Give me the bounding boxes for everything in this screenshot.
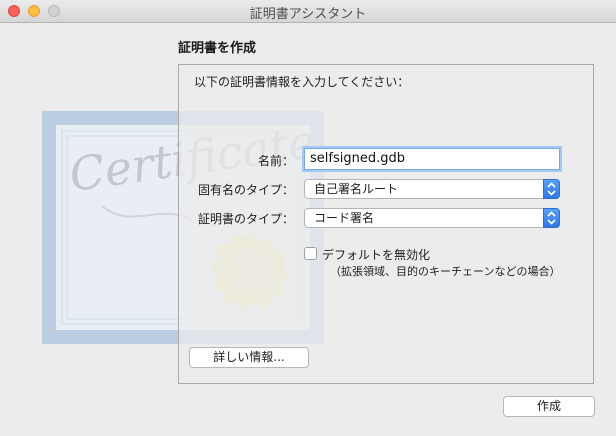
identity-type-value: 自己署名ルート — [314, 182, 399, 196]
intro-text: 以下の証明書情報を入力してください： — [194, 75, 410, 89]
cert-type-label: 証明書のタイプ： — [197, 212, 294, 226]
title-bar: 証明書アシスタント — [0, 0, 616, 23]
page-heading: 証明書を作成 — [178, 41, 257, 56]
name-input[interactable]: selfsigned.gdb — [304, 148, 560, 170]
identity-type-popup[interactable]: 自己署名ルート — [304, 179, 560, 199]
override-defaults-note: （拡張領域、目的のキーチェーンなどの場合） — [330, 265, 561, 278]
window-title: 証明書アシスタント — [249, 7, 367, 22]
override-defaults-label: デフォルトを無効化 — [322, 248, 431, 262]
create-button[interactable]: 作成 — [503, 396, 595, 417]
override-defaults-checkbox[interactable] — [304, 247, 317, 260]
cert-type-value: コード署名 — [314, 211, 375, 225]
updown-chevron-icon — [543, 179, 560, 199]
learn-more-button[interactable]: 詳しい情報... — [189, 347, 309, 368]
identity-type-label: 固有名のタイプ： — [197, 183, 294, 197]
name-label: 名前： — [257, 154, 294, 168]
cert-type-popup[interactable]: コード署名 — [304, 208, 560, 228]
updown-chevron-icon — [543, 208, 560, 228]
